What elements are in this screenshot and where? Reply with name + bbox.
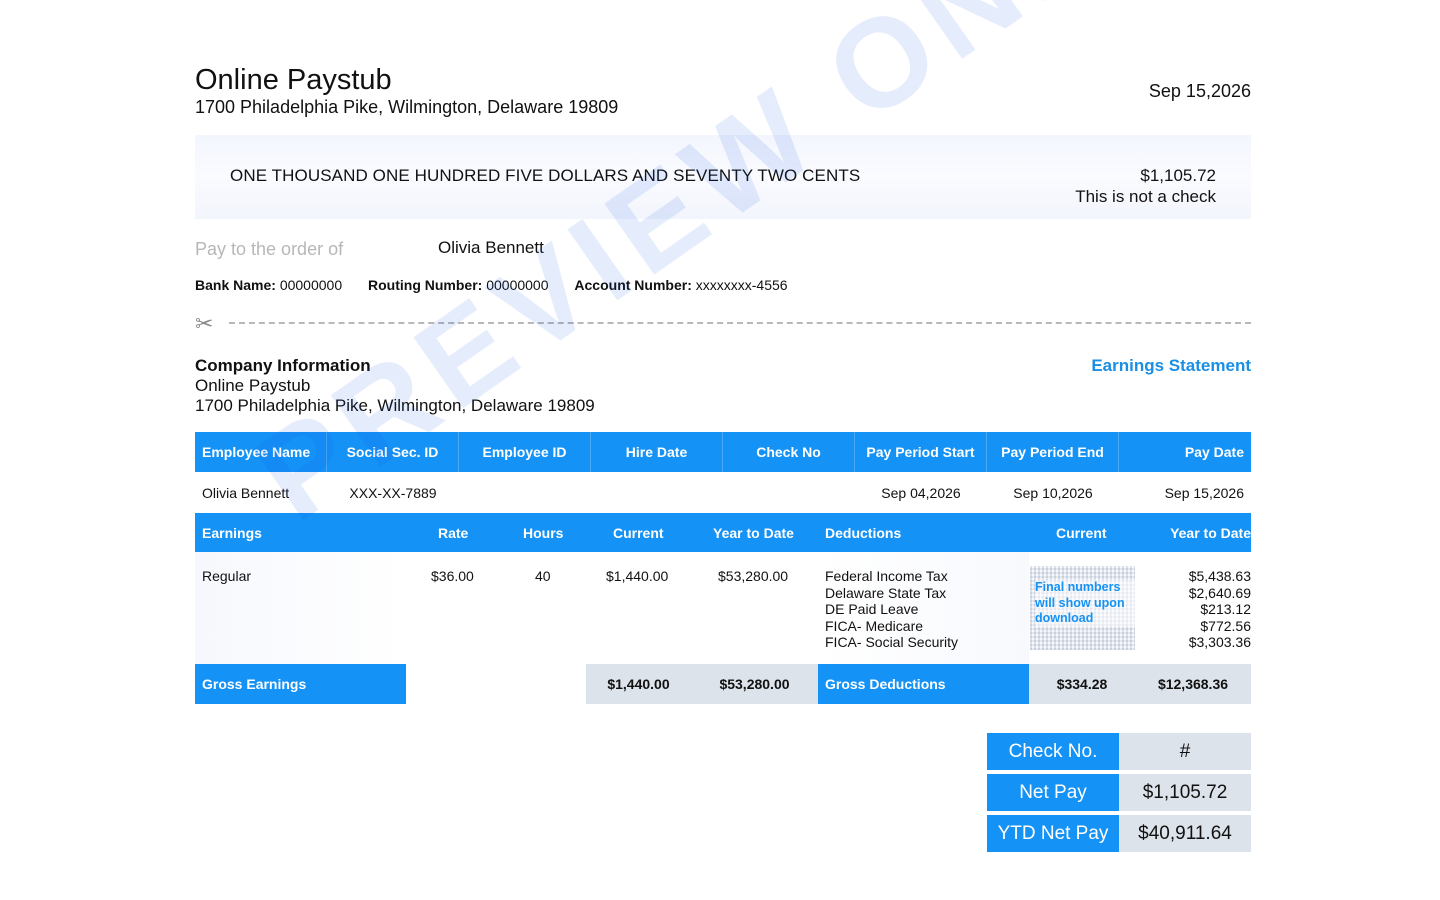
employee-table-header: Employee Name Social Sec. ID Employee ID… bbox=[195, 432, 1251, 472]
earnings-table-header: Earnings Rate Hours Current Year to Date… bbox=[195, 513, 1251, 552]
col-hours: Hours bbox=[523, 525, 564, 541]
col-deductions: Deductions bbox=[825, 525, 902, 541]
col-earnings: Earnings bbox=[202, 525, 262, 541]
pay-date-cell: Sep 15,2026 bbox=[1164, 485, 1244, 501]
earning-ytd: $53,280.00 bbox=[718, 568, 789, 584]
company-info-heading: Company Information bbox=[195, 356, 371, 375]
employee-id-cell bbox=[459, 474, 591, 512]
gross-deductions-label: Gross Deductions bbox=[818, 664, 1029, 704]
scissors-icon: ✂ bbox=[195, 311, 214, 336]
net-pay-value: $1,105.72 bbox=[1119, 774, 1251, 811]
account-label: Account Number: bbox=[574, 277, 692, 293]
earning-type: Regular bbox=[202, 568, 252, 584]
pay-period-end-cell: Sep 10,2026 bbox=[1013, 485, 1093, 501]
final-numbers-note: Final numbers will show upon download bbox=[1035, 580, 1135, 627]
col-pay-period-end: Pay Period End bbox=[987, 432, 1119, 472]
earning-rate: $36.00 bbox=[431, 568, 474, 584]
ytd-net-pay-label: YTD Net Pay bbox=[987, 815, 1119, 852]
employee-table-row: Olivia Bennett XXX-XX-7889 Sep 04,2026 S… bbox=[195, 474, 1251, 512]
col-pay-period-start: Pay Period Start bbox=[855, 432, 987, 472]
routing-value: 00000000 bbox=[486, 277, 549, 293]
deduction-ytd: $3,303.36 bbox=[1188, 634, 1251, 651]
earnings-statement-label: Earnings Statement bbox=[1091, 356, 1251, 375]
social-sec-cell: XXX-XX-7889 bbox=[349, 485, 437, 501]
ytd-net-pay-value: $40,911.64 bbox=[1119, 815, 1251, 852]
col-employee-id: Employee ID bbox=[459, 432, 591, 472]
earning-hours: 40 bbox=[535, 568, 551, 584]
page-title: Online Paystub bbox=[195, 64, 392, 96]
col-ded-current: Current bbox=[1056, 525, 1107, 541]
employee-name-cell: Olivia Bennett bbox=[202, 485, 290, 501]
col-hire-date: Hire Date bbox=[591, 432, 723, 472]
pay-to-label: Pay to the order of bbox=[195, 239, 344, 259]
header-address: 1700 Philadelphia Pike, Wilmington, Dela… bbox=[195, 97, 619, 117]
routing-label: Routing Number: bbox=[368, 277, 483, 293]
pay-period-start-cell: Sep 04,2026 bbox=[881, 485, 961, 501]
col-social-sec-id: Social Sec. ID bbox=[327, 432, 459, 472]
earning-current: $1,440.00 bbox=[606, 568, 669, 584]
gross-deductions-ytd: $12,368.36 bbox=[1135, 664, 1251, 704]
col-current: Current bbox=[613, 525, 664, 541]
gross-earnings-current: $1,440.00 bbox=[586, 664, 691, 704]
deduction-name: Delaware State Tax bbox=[825, 584, 947, 601]
col-employee-name: Employee Name bbox=[195, 432, 327, 472]
check-no-value: # bbox=[1119, 733, 1251, 770]
col-ded-year-to-date: Year to Date bbox=[1170, 525, 1251, 541]
deduction-name: FICA- Medicare bbox=[825, 617, 924, 634]
company-address: 1700 Philadelphia Pike, Wilmington, Dela… bbox=[195, 396, 595, 415]
deduction-ytd: $772.56 bbox=[1200, 617, 1251, 634]
col-pay-date: Pay Date bbox=[1184, 444, 1244, 460]
check-no-label: Check No. bbox=[987, 733, 1119, 770]
hire-date-cell bbox=[591, 474, 723, 512]
deduction-ytd-values: $5,438.63 $2,640.69 $213.12 $772.56 $3,3… bbox=[1189, 568, 1251, 651]
net-pay-label: Net Pay bbox=[987, 774, 1119, 811]
bank-details: Bank Name: 00000000 Routing Number: 0000… bbox=[195, 277, 810, 293]
col-rate: Rate bbox=[438, 525, 469, 541]
check-no-cell bbox=[723, 474, 855, 512]
check-amount: $1,105.72 bbox=[1140, 166, 1216, 185]
col-check-no: Check No bbox=[723, 432, 855, 472]
account-value: xxxxxxxx-4556 bbox=[695, 277, 788, 293]
gross-deductions-current: $334.28 bbox=[1029, 664, 1135, 704]
amount-in-words: ONE THOUSAND ONE HUNDRED FIVE DOLLARS AN… bbox=[230, 166, 861, 185]
not-a-check-note: This is not a check bbox=[1075, 187, 1216, 206]
bank-name-value: 00000000 bbox=[279, 277, 343, 293]
company-name: Online Paystub bbox=[195, 376, 311, 395]
deduction-name: DE Paid Leave bbox=[825, 601, 919, 618]
deduction-name: Federal Income Tax bbox=[825, 568, 948, 584]
cut-line-divider bbox=[229, 322, 1251, 324]
bank-name-label: Bank Name: bbox=[195, 277, 276, 293]
header-date: Sep 15,2026 bbox=[1148, 81, 1251, 101]
gross-earnings-ytd: $53,280.00 bbox=[691, 664, 818, 704]
payee-name: Olivia Bennett bbox=[438, 238, 544, 257]
deduction-name: FICA- Social Security bbox=[825, 634, 959, 651]
col-year-to-date: Year to Date bbox=[713, 525, 794, 541]
deduction-ytd: $213.12 bbox=[1200, 601, 1251, 618]
gross-earnings-label: Gross Earnings bbox=[195, 664, 406, 704]
deduction-ytd: $2,640.69 bbox=[1188, 584, 1251, 601]
deduction-names: Federal Income Tax Delaware State Tax DE… bbox=[825, 568, 958, 651]
deduction-ytd: $5,438.63 bbox=[1188, 568, 1251, 584]
